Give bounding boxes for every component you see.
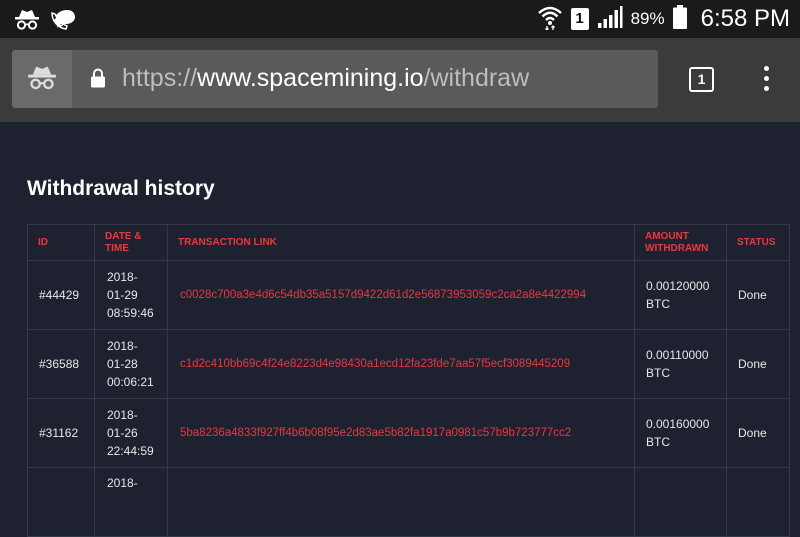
- tab-switcher-button[interactable]: 1: [689, 67, 714, 92]
- overflow-menu-button[interactable]: [756, 66, 776, 94]
- cell-amount: [634, 467, 727, 537]
- amount-unit: BTC: [646, 366, 670, 380]
- cell-amount: 0.00120000 BTC: [634, 260, 727, 330]
- cell-status: Done: [726, 260, 790, 330]
- battery-percent: 89%: [630, 9, 665, 28]
- cell-status: Done: [726, 329, 790, 399]
- table-row: #31162 2018- 01-26 22:44:59 5ba8236a4833…: [27, 398, 790, 468]
- cell-date: 2018- 01-26 22:44:59: [94, 398, 168, 468]
- date-part: 2018-: [107, 339, 138, 353]
- col-header-date: DATE & TIME: [94, 224, 168, 261]
- cell-id: [27, 467, 95, 537]
- col-header-link: TRANSACTION LINK: [167, 224, 635, 261]
- url-scheme: https://: [122, 64, 198, 92]
- clock: 6:58 PM: [700, 5, 790, 32]
- transaction-link[interactable]: c0028c700a3e4d6c54db35a5157d9422d61d2e56…: [167, 260, 635, 330]
- sim-icon: 1: [570, 8, 589, 30]
- amount-value: 0.00160000: [646, 417, 710, 431]
- menu-dot-icon: [764, 76, 769, 81]
- amount-value: 0.00120000: [646, 279, 710, 293]
- page-content: Withdrawal history ID DATE & TIME TRANSA…: [0, 122, 800, 537]
- cell-id: #44429: [27, 260, 95, 330]
- cell-amount: 0.00110000 BTC: [634, 329, 727, 399]
- date-part: 01-28: [107, 357, 138, 371]
- incognito-button[interactable]: [12, 50, 72, 108]
- transaction-link[interactable]: [167, 467, 635, 537]
- status-bar: 1 89% 6:58 PM: [0, 0, 800, 38]
- date-part: 2018-: [107, 408, 138, 422]
- cell-status: Done: [726, 398, 790, 468]
- col-header-id: ID: [27, 224, 95, 261]
- amount-unit: BTC: [646, 297, 670, 311]
- withdrawal-table: ID DATE & TIME TRANSACTION LINK AMOUNT W…: [27, 224, 790, 537]
- date-part: 2018-: [107, 476, 138, 490]
- url-path: /withdraw: [423, 64, 530, 92]
- page-title: Withdrawal history: [27, 177, 215, 200]
- battery-icon: [672, 4, 687, 34]
- signal-icon: [597, 5, 623, 34]
- table-row: 2018-: [27, 467, 790, 537]
- col-header-status: STATUS: [726, 224, 790, 261]
- incognito-icon: [27, 64, 57, 95]
- date-part: 01-29: [107, 288, 138, 302]
- lock-icon[interactable]: [90, 68, 106, 93]
- cell-id: #36588: [27, 329, 95, 399]
- browser-toolbar: https://www.spacemining.io/withdraw 1: [0, 38, 800, 122]
- incognito-icon: [14, 8, 40, 35]
- menu-dot-icon: [764, 86, 769, 91]
- table-row: #44429 2018- 01-29 08:59:46 c0028c700a3e…: [27, 260, 790, 330]
- cell-id: #31162: [27, 398, 95, 468]
- missed-call-icon: [50, 7, 76, 36]
- cell-status: [726, 467, 790, 537]
- cell-date: 2018- 01-29 08:59:46: [94, 260, 168, 330]
- cell-date: 2018- 01-28 00:06:21: [94, 329, 168, 399]
- table-row: #36588 2018- 01-28 00:06:21 c1d2c410bb69…: [27, 329, 790, 399]
- cell-date: 2018-: [94, 467, 168, 537]
- amount-value: 0.00110000: [646, 348, 709, 362]
- col-header-amount: AMOUNT WITHDRAWN: [634, 224, 727, 261]
- address-bar[interactable]: https://www.spacemining.io/withdraw: [12, 50, 658, 108]
- date-part: 01-26: [107, 426, 138, 440]
- cell-amount: 0.00160000 BTC: [634, 398, 727, 468]
- url-host: www.spacemining.io: [197, 64, 424, 92]
- menu-dot-icon: [764, 66, 769, 71]
- time-part: 08:59:46: [107, 306, 154, 320]
- transaction-link[interactable]: 5ba8236a4833f927ff4b6b08f95e2d83ae5b82fa…: [167, 398, 635, 468]
- date-part: 2018-: [107, 270, 138, 284]
- url-text[interactable]: https://www.spacemining.io/withdraw: [122, 64, 529, 93]
- amount-unit: BTC: [646, 435, 670, 449]
- table-header-row: ID DATE & TIME TRANSACTION LINK AMOUNT W…: [27, 224, 790, 261]
- transaction-link[interactable]: c1d2c410bb69c4f24e8223d4e98430a1ecd12fa2…: [167, 329, 635, 399]
- time-part: 22:44:59: [107, 444, 154, 458]
- wifi-icon: [537, 4, 563, 35]
- time-part: 00:06:21: [107, 375, 154, 389]
